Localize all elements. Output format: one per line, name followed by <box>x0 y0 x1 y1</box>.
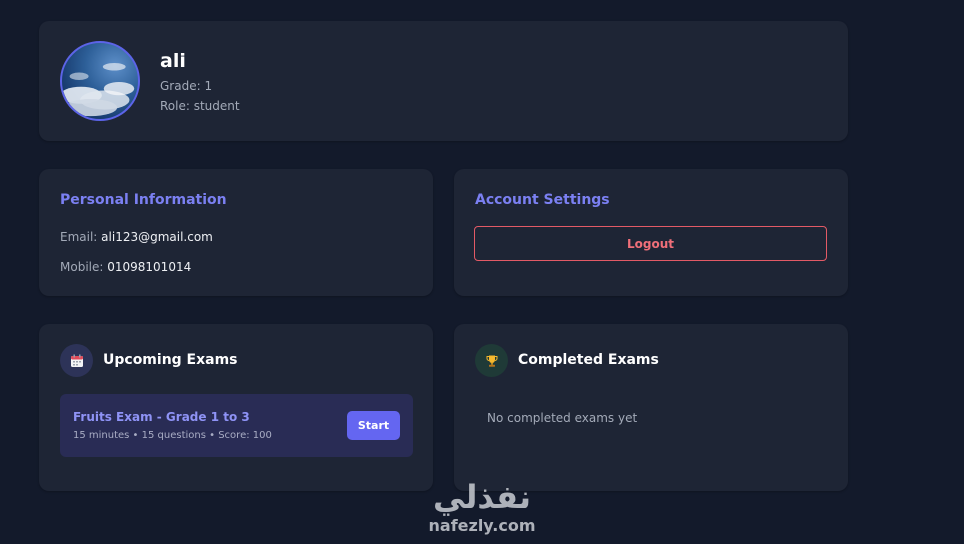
logout-button[interactable]: Logout <box>474 226 827 261</box>
exam-meta: 15 minutes • 15 questions • Score: 100 <box>73 430 272 441</box>
watermark: نفذلي nafezly.com <box>418 478 546 544</box>
mobile-row: Mobile: 01098101014 <box>60 260 191 274</box>
email-value: ali123@gmail.com <box>101 230 213 244</box>
mobile-value: 01098101014 <box>107 260 192 274</box>
watermark-latin: nafezly.com <box>428 516 536 535</box>
completed-exams-card: Completed Exams No completed exams yet <box>454 324 848 491</box>
personal-information-title: Personal Information <box>60 192 227 208</box>
calendar-icon <box>60 344 93 377</box>
exam-list-item: Fruits Exam - Grade 1 to 3 15 minutes • … <box>60 394 413 457</box>
personal-information-card: Personal Information Email: ali123@gmail… <box>39 169 433 296</box>
completed-exams-title: Completed Exams <box>518 352 659 368</box>
email-label: Email: <box>60 230 98 244</box>
completed-empty-state: No completed exams yet <box>487 411 638 425</box>
trophy-icon <box>475 344 508 377</box>
account-settings-card: Account Settings Logout <box>454 169 848 296</box>
account-settings-title: Account Settings <box>475 192 610 208</box>
watermark-arabic: نفذلي <box>433 478 531 516</box>
profile-card: ali Grade: 1 Role: student <box>39 21 848 141</box>
upcoming-exams-card: Upcoming Exams Fruits Exam - Grade 1 to … <box>39 324 433 491</box>
avatar <box>60 41 140 121</box>
email-row: Email: ali123@gmail.com <box>60 230 213 244</box>
exam-title: Fruits Exam - Grade 1 to 3 <box>73 410 250 424</box>
profile-name: ali <box>160 50 186 72</box>
upcoming-exams-title: Upcoming Exams <box>103 352 238 368</box>
start-exam-button[interactable]: Start <box>347 411 400 440</box>
profile-grade: Grade: 1 <box>160 79 213 93</box>
mobile-label: Mobile: <box>60 260 104 274</box>
profile-role: Role: student <box>160 99 240 113</box>
avatar-image <box>62 62 135 117</box>
dashboard-page: ali Grade: 1 Role: student Personal Info… <box>0 0 964 544</box>
